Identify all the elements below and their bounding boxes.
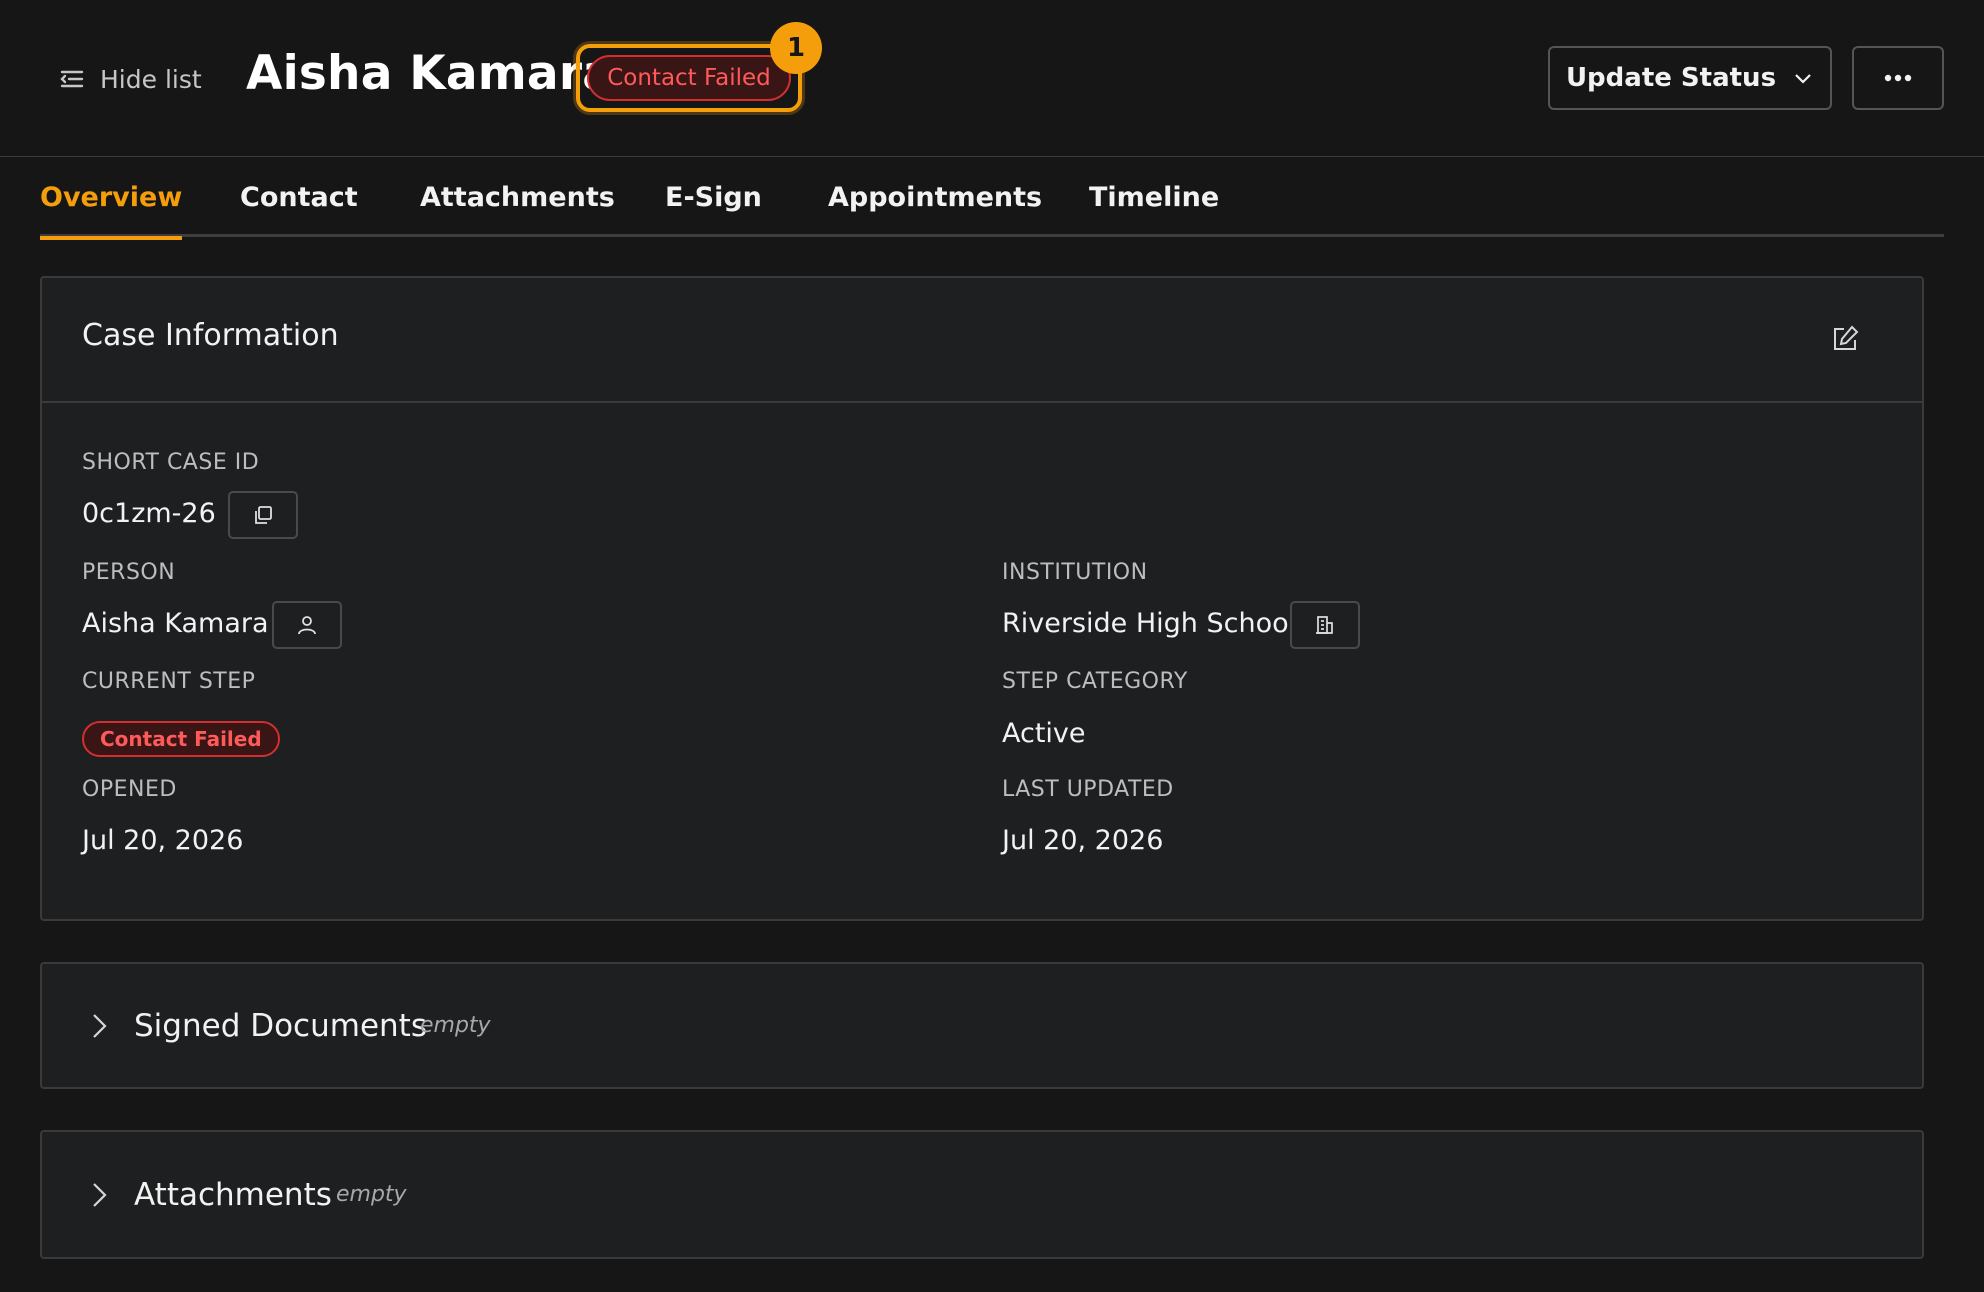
view-institution-button[interactable] (1290, 601, 1360, 649)
opened-label: OPENED (82, 777, 177, 802)
case-information-card: Case Information SHORT CASE ID 0c1zm-26 … (40, 276, 1924, 921)
person-value: Aisha Kamara (82, 608, 269, 639)
attachments-empty-tag: empty (336, 1182, 407, 1207)
signed-documents-empty-tag: empty (420, 1013, 491, 1038)
notification-count-badge: 1 (770, 22, 822, 74)
signed-documents-title: Signed Documents (134, 1007, 427, 1044)
chevron-right-icon (93, 1182, 107, 1207)
tab-timeline[interactable]: Timeline (1089, 158, 1219, 237)
case-detail-page: Hide list Aisha Kamara Contact Failed 1 … (0, 0, 1984, 1292)
attachments-section: Attachments empty (40, 1130, 1924, 1259)
status-badge-highlight[interactable]: Contact Failed (576, 44, 802, 112)
institution-value: Riverside High School (1002, 608, 1297, 639)
tab-attachments[interactable]: Attachments (420, 158, 615, 237)
person-label: PERSON (82, 560, 176, 585)
chevron-down-icon (1795, 74, 1811, 84)
signed-documents-section: Signed Documents empty (40, 962, 1924, 1089)
hide-list-button[interactable]: Hide list (58, 58, 202, 100)
list-collapse-icon (60, 70, 84, 88)
user-icon (298, 616, 316, 635)
page-header: Hide list Aisha Kamara Contact Failed 1 … (0, 0, 1984, 157)
step-category-label: STEP CATEGORY (1002, 669, 1188, 694)
last-updated-value: Jul 20, 2026 (1002, 825, 1164, 856)
view-person-button[interactable] (272, 601, 342, 649)
current-step-badge: Contact Failed (82, 721, 280, 757)
last-updated-label: LAST UPDATED (1002, 777, 1174, 802)
more-horizontal-icon (1884, 74, 1912, 82)
tab-bar: Overview Contact Attachments E-Sign Appo… (40, 158, 1944, 240)
hide-list-label: Hide list (100, 64, 202, 94)
short-case-id-value: 0c1zm-26 (82, 498, 216, 529)
case-information-title: Case Information (82, 318, 339, 353)
step-category-value: Active (1002, 718, 1086, 749)
tab-appointments[interactable]: Appointments (828, 158, 1042, 237)
status-badge[interactable]: Contact Failed (587, 55, 791, 101)
edit-icon[interactable] (1830, 324, 1860, 354)
building-icon (1316, 616, 1333, 634)
case-information-header: Case Information (42, 278, 1922, 403)
page-title: Aisha Kamara (246, 46, 615, 101)
institution-label: INSTITUTION (1002, 560, 1148, 585)
update-status-button[interactable]: Update Status (1548, 46, 1832, 110)
update-status-label: Update Status (1565, 63, 1777, 93)
tab-overview[interactable]: Overview (40, 158, 183, 240)
copy-id-button[interactable] (228, 491, 298, 539)
tab-e-sign[interactable]: E-Sign (665, 158, 762, 237)
current-step-label: CURRENT STEP (82, 669, 256, 694)
signed-documents-toggle[interactable]: Signed Documents empty (42, 964, 1922, 1087)
chevron-right-icon (93, 1013, 107, 1038)
opened-value: Jul 20, 2026 (82, 825, 244, 856)
short-case-id-label: SHORT CASE ID (82, 450, 260, 475)
more-options-button[interactable] (1852, 46, 1944, 110)
attachments-toggle[interactable]: Attachments empty (42, 1132, 1922, 1257)
tab-contact[interactable]: Contact (240, 158, 358, 237)
attachments-title: Attachments (134, 1176, 332, 1213)
copy-icon (255, 506, 272, 524)
